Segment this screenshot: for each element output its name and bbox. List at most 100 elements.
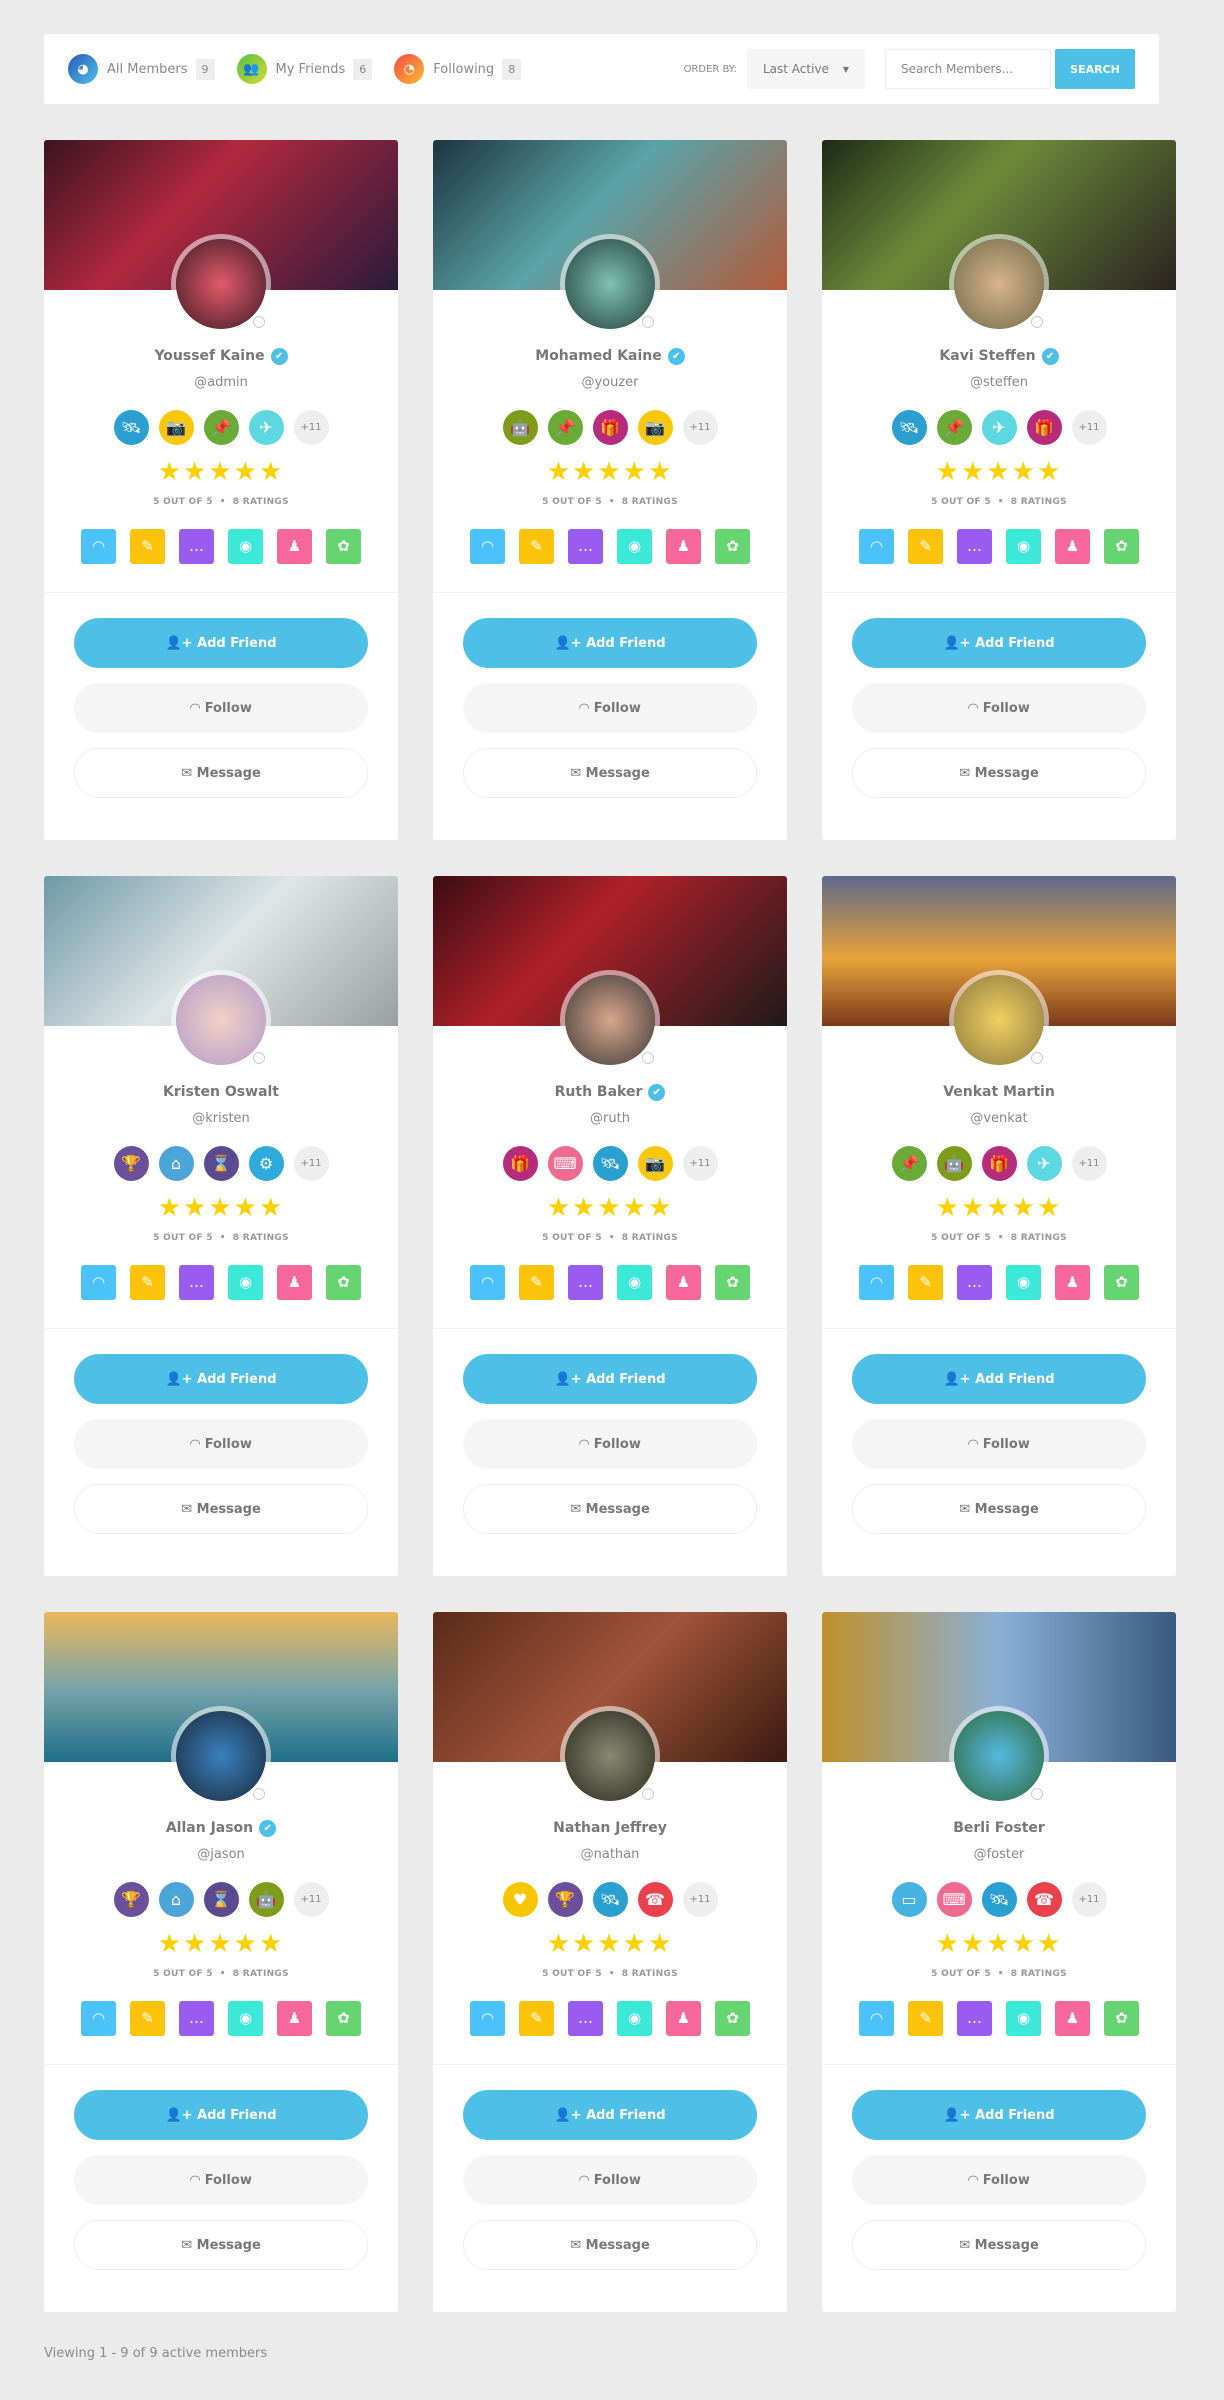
more-badges[interactable]: +11 bbox=[1071, 1146, 1107, 1181]
rss-icon[interactable]: ◠ bbox=[81, 2001, 116, 2036]
eye-monitor-icon[interactable]: ◉ bbox=[228, 529, 263, 564]
camera-badge-icon[interactable]: 📷 bbox=[637, 410, 673, 445]
satellite-badge-icon[interactable]: 🛰 bbox=[592, 1146, 628, 1181]
rss-icon[interactable]: ◠ bbox=[81, 1265, 116, 1300]
pencil-icon[interactable]: ✎ bbox=[519, 1265, 554, 1300]
award-icon[interactable]: ✿ bbox=[1104, 529, 1139, 564]
plane-badge-icon[interactable]: ✈ bbox=[248, 410, 284, 445]
group-icon[interactable]: ♟ bbox=[666, 2001, 701, 2036]
message-button[interactable]: ✉ Message bbox=[852, 1484, 1146, 1534]
member-name[interactable]: Kavi Steffen bbox=[939, 348, 1035, 364]
message-button[interactable]: ✉ Message bbox=[74, 748, 368, 798]
add-friend-button[interactable]: 👤+ Add Friend bbox=[74, 2090, 368, 2140]
message-button[interactable]: ✉ Message bbox=[463, 2220, 757, 2270]
message-button[interactable]: ✉ Message bbox=[463, 748, 757, 798]
follow-button[interactable]: ◠ Follow bbox=[74, 683, 368, 733]
chat-icon[interactable]: … bbox=[179, 529, 214, 564]
message-button[interactable]: ✉ Message bbox=[74, 2220, 368, 2270]
add-friend-button[interactable]: 👤+ Add Friend bbox=[74, 618, 368, 668]
follow-button[interactable]: ◠ Follow bbox=[852, 2155, 1146, 2205]
pin-badge-icon[interactable]: 📌 bbox=[936, 410, 972, 445]
plane-badge-icon[interactable]: ✈ bbox=[1026, 1146, 1062, 1181]
group-icon[interactable]: ♟ bbox=[277, 1265, 312, 1300]
member-name[interactable]: Mohamed Kaine bbox=[535, 348, 662, 364]
pencil-icon[interactable]: ✎ bbox=[519, 529, 554, 564]
eye-monitor-icon[interactable]: ◉ bbox=[617, 2001, 652, 2036]
hourglass-badge-icon[interactable]: ⌛ bbox=[203, 1882, 239, 1917]
chat-icon[interactable]: … bbox=[568, 529, 603, 564]
follow-button[interactable]: ◠ Follow bbox=[74, 1419, 368, 1469]
pencil-icon[interactable]: ✎ bbox=[130, 529, 165, 564]
member-name[interactable]: Kristen Oswalt bbox=[163, 1084, 279, 1100]
eye-monitor-icon[interactable]: ◉ bbox=[1006, 529, 1041, 564]
award-icon[interactable]: ✿ bbox=[326, 2001, 361, 2036]
trophy-badge-icon[interactable]: 🏆 bbox=[113, 1882, 149, 1917]
pencil-icon[interactable]: ✎ bbox=[908, 529, 943, 564]
chat-icon[interactable]: … bbox=[568, 1265, 603, 1300]
award-icon[interactable]: ✿ bbox=[715, 1265, 750, 1300]
tab-following[interactable]: ◔ Following 8 bbox=[394, 54, 522, 84]
message-button[interactable]: ✉ Message bbox=[852, 748, 1146, 798]
add-friend-button[interactable]: 👤+ Add Friend bbox=[463, 618, 757, 668]
search-button[interactable]: SEARCH bbox=[1055, 49, 1135, 89]
group-icon[interactable]: ♟ bbox=[1055, 1265, 1090, 1300]
member-name[interactable]: Berli Foster bbox=[953, 1820, 1045, 1836]
rss-icon[interactable]: ◠ bbox=[470, 1265, 505, 1300]
more-badges[interactable]: +11 bbox=[293, 1146, 329, 1181]
group-icon[interactable]: ♟ bbox=[666, 529, 701, 564]
group-icon[interactable]: ♟ bbox=[277, 2001, 312, 2036]
follow-button[interactable]: ◠ Follow bbox=[463, 683, 757, 733]
gift-badge-icon[interactable]: 🎁 bbox=[592, 410, 628, 445]
pencil-icon[interactable]: ✎ bbox=[130, 2001, 165, 2036]
member-name[interactable]: Youssef Kaine bbox=[154, 348, 264, 364]
group-icon[interactable]: ♟ bbox=[1055, 2001, 1090, 2036]
robot-badge-icon[interactable]: 🤖 bbox=[248, 1882, 284, 1917]
chat-icon[interactable]: … bbox=[957, 529, 992, 564]
rss-icon[interactable]: ◠ bbox=[859, 529, 894, 564]
pencil-icon[interactable]: ✎ bbox=[519, 2001, 554, 2036]
group-icon[interactable]: ♟ bbox=[1055, 529, 1090, 564]
eye-monitor-icon[interactable]: ◉ bbox=[617, 1265, 652, 1300]
keyboard-badge-icon[interactable]: ⌨ bbox=[936, 1882, 972, 1917]
add-friend-button[interactable]: 👤+ Add Friend bbox=[852, 2090, 1146, 2140]
trophy-badge-icon[interactable]: 🏆 bbox=[113, 1146, 149, 1181]
rss-icon[interactable]: ◠ bbox=[859, 2001, 894, 2036]
member-name[interactable]: Allan Jason bbox=[166, 1820, 253, 1836]
gear-badge-icon[interactable]: ⚙ bbox=[248, 1146, 284, 1181]
member-name[interactable]: Nathan Jeffrey bbox=[553, 1820, 667, 1836]
member-name[interactable]: Ruth Baker bbox=[555, 1084, 643, 1100]
message-button[interactable]: ✉ Message bbox=[74, 1484, 368, 1534]
follow-button[interactable]: ◠ Follow bbox=[852, 683, 1146, 733]
message-button[interactable]: ✉ Message bbox=[463, 1484, 757, 1534]
rss-icon[interactable]: ◠ bbox=[81, 529, 116, 564]
robot-badge-icon[interactable]: 🤖 bbox=[502, 410, 538, 445]
monitor-badge-icon[interactable]: ▭ bbox=[891, 1882, 927, 1917]
award-icon[interactable]: ✿ bbox=[1104, 2001, 1139, 2036]
phone-badge-icon[interactable]: ☎ bbox=[637, 1882, 673, 1917]
camera-badge-icon[interactable]: 📷 bbox=[158, 410, 194, 445]
search-members-input[interactable] bbox=[885, 49, 1051, 89]
house-badge-icon[interactable]: ⌂ bbox=[158, 1146, 194, 1181]
more-badges[interactable]: +11 bbox=[1071, 410, 1107, 445]
satellite-badge-icon[interactable]: 🛰 bbox=[113, 410, 149, 445]
trophy-badge-icon[interactable]: 🏆 bbox=[547, 1882, 583, 1917]
member-name[interactable]: Venkat Martin bbox=[943, 1084, 1055, 1100]
pin-badge-icon[interactable]: 📌 bbox=[547, 410, 583, 445]
satellite-badge-icon[interactable]: 🛰 bbox=[891, 410, 927, 445]
chat-icon[interactable]: … bbox=[179, 2001, 214, 2036]
award-icon[interactable]: ✿ bbox=[715, 2001, 750, 2036]
eye-monitor-icon[interactable]: ◉ bbox=[228, 2001, 263, 2036]
message-button[interactable]: ✉ Message bbox=[852, 2220, 1146, 2270]
pencil-icon[interactable]: ✎ bbox=[130, 1265, 165, 1300]
eye-monitor-icon[interactable]: ◉ bbox=[1006, 2001, 1041, 2036]
order-by-select[interactable]: Last Active ▼ bbox=[747, 49, 865, 89]
follow-button[interactable]: ◠ Follow bbox=[463, 2155, 757, 2205]
more-badges[interactable]: +11 bbox=[682, 410, 718, 445]
pin-badge-icon[interactable]: 📌 bbox=[891, 1146, 927, 1181]
hourglass-badge-icon[interactable]: ⌛ bbox=[203, 1146, 239, 1181]
award-icon[interactable]: ✿ bbox=[1104, 1265, 1139, 1300]
add-friend-button[interactable]: 👤+ Add Friend bbox=[74, 1354, 368, 1404]
chat-icon[interactable]: … bbox=[957, 1265, 992, 1300]
rss-icon[interactable]: ◠ bbox=[470, 2001, 505, 2036]
group-icon[interactable]: ♟ bbox=[666, 1265, 701, 1300]
